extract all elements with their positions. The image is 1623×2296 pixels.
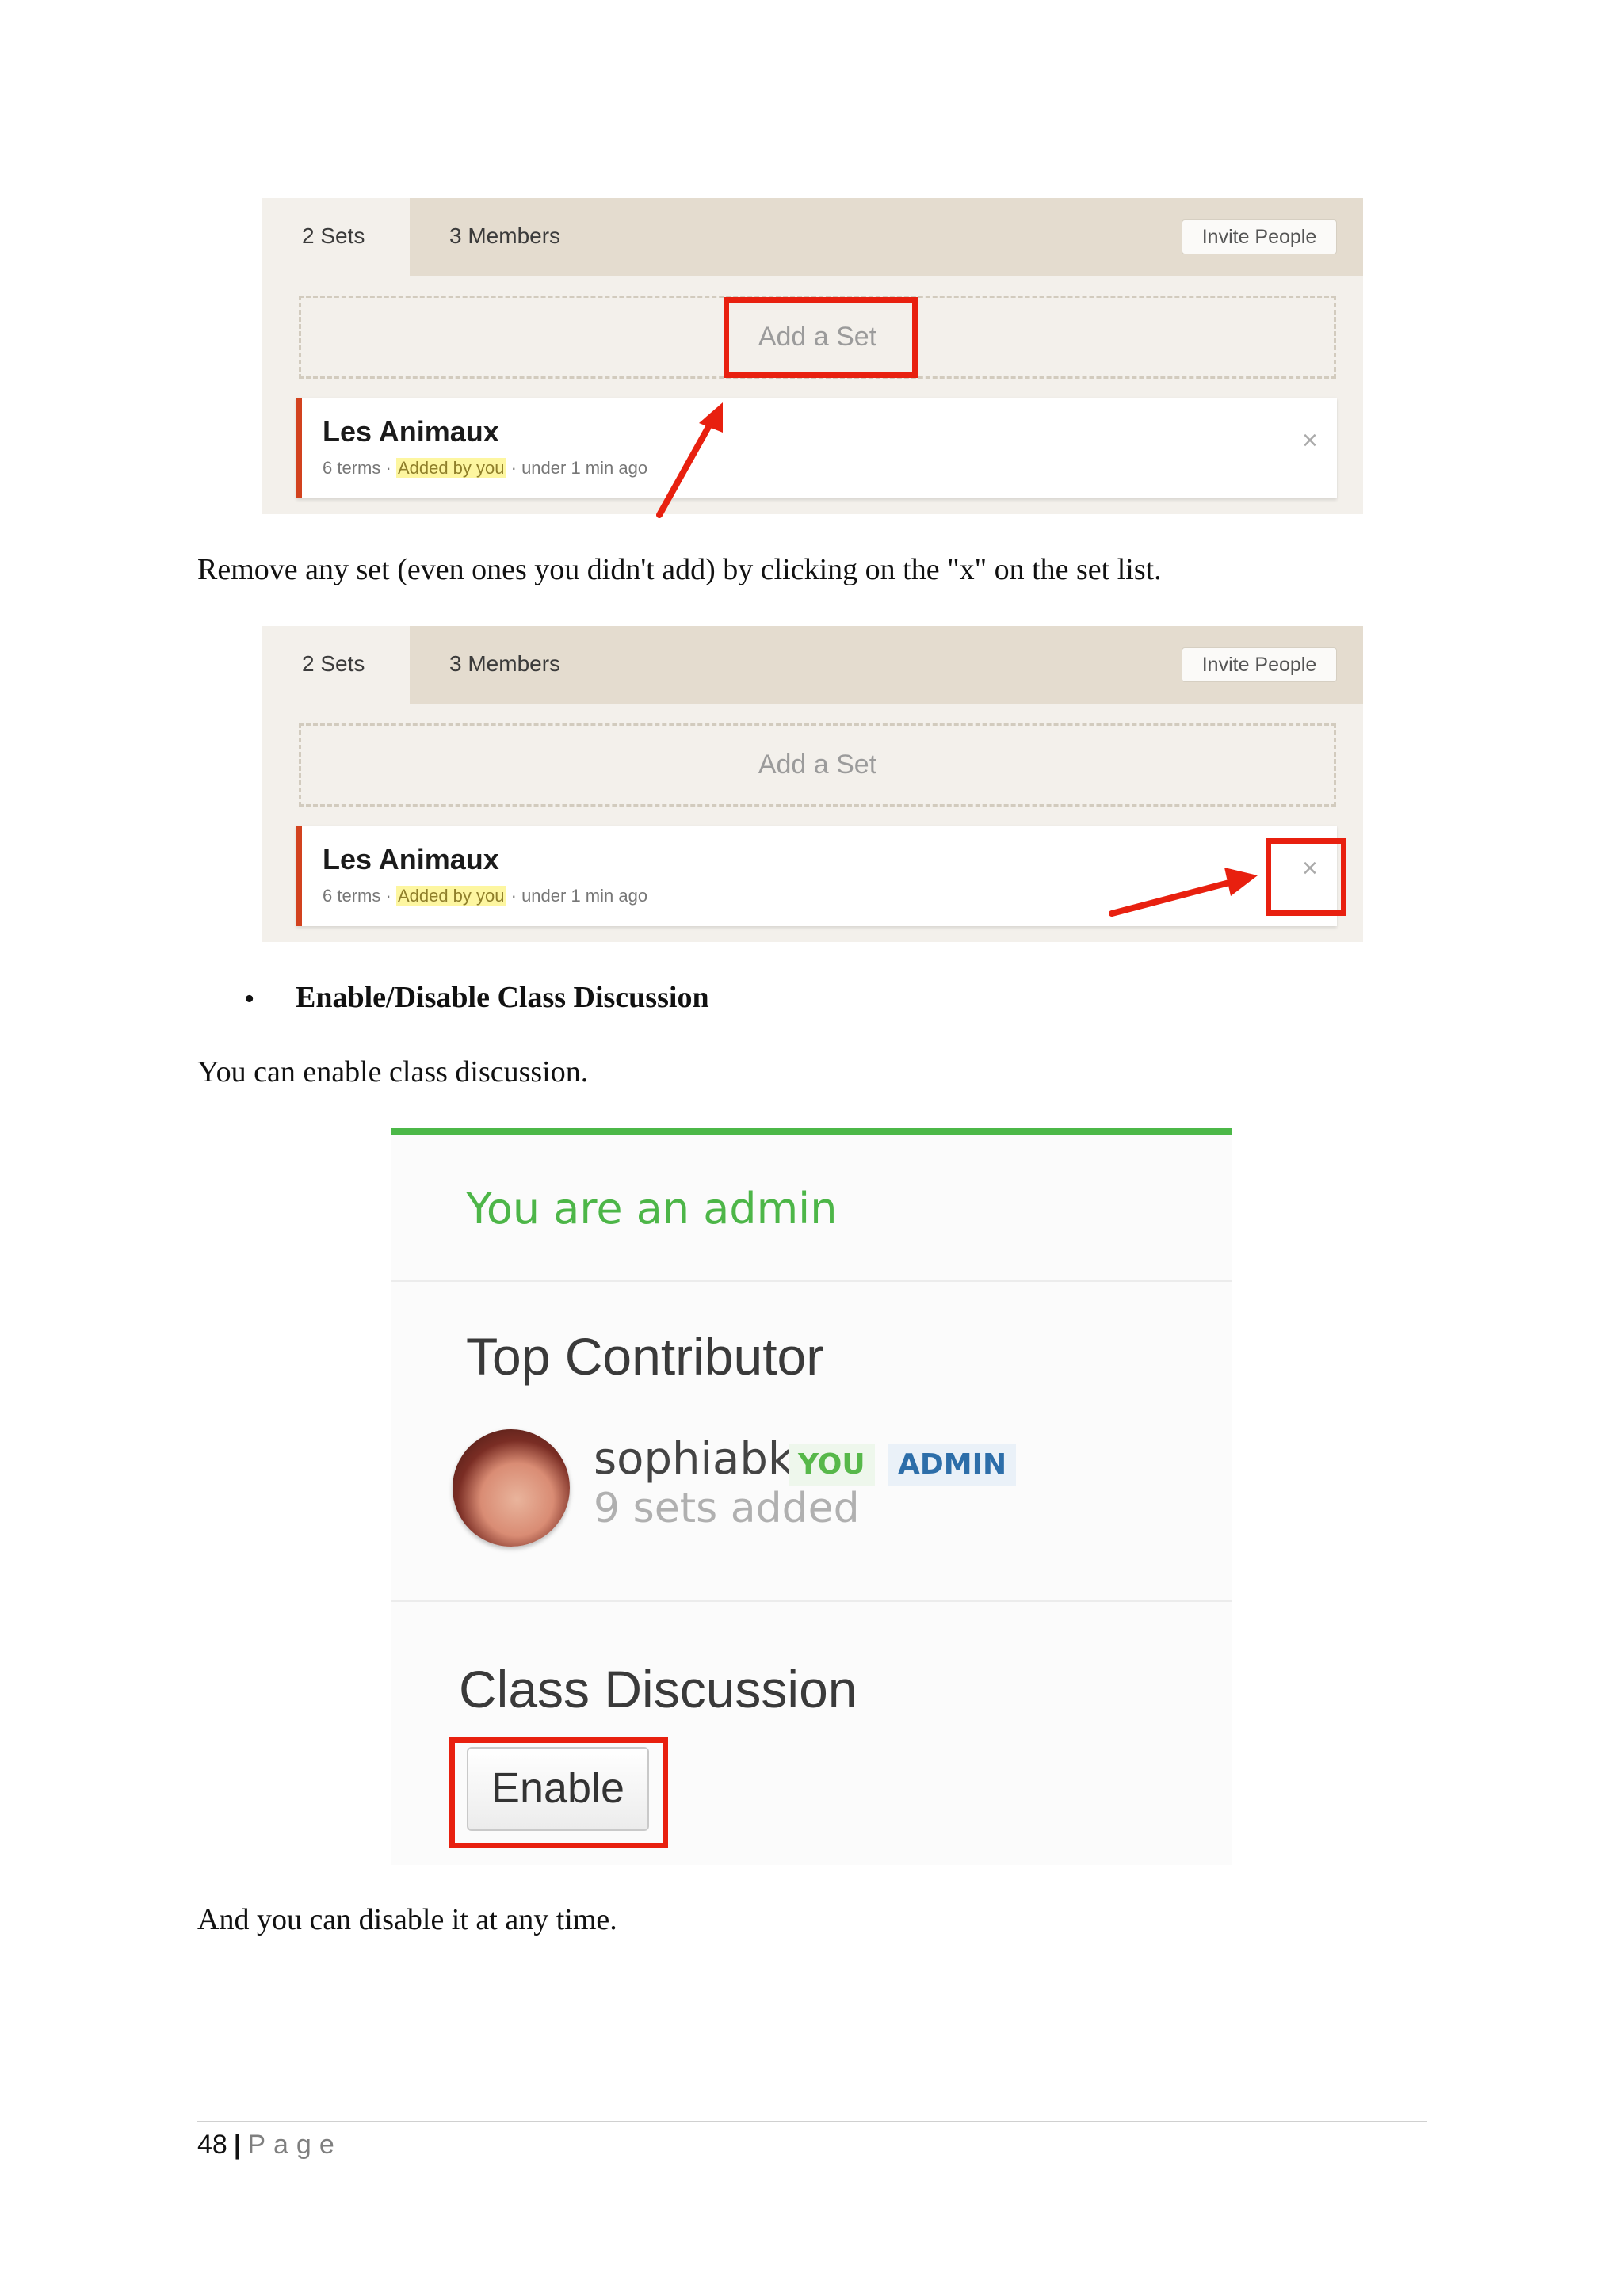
set-title[interactable]: Les Animaux <box>323 843 499 876</box>
close-icon[interactable]: × <box>1302 425 1318 456</box>
set-meta: 6 terms · Added by you · under 1 min ago <box>323 886 647 906</box>
divider <box>391 1280 1232 1282</box>
set-time: under 1 min ago <box>521 458 648 478</box>
tab-members-label[interactable]: 3 Members <box>449 648 560 680</box>
add-set-dropzone[interactable]: Add a Set <box>299 723 1336 807</box>
meta-dot: · <box>385 458 391 478</box>
contributor-username[interactable]: sophiabk <box>594 1433 793 1485</box>
page-footer: 48 | Page <box>197 2130 342 2161</box>
panel-tab-bar: 2 Sets 3 Members Invite People <box>262 626 1363 704</box>
you-badge: YOU <box>789 1444 875 1486</box>
page-word: Page <box>247 2130 342 2160</box>
section-heading: Enable/Disable Class Discussion <box>296 981 709 1014</box>
panel-tab-bar: 2 Sets 3 Members Invite People <box>262 198 1363 276</box>
footer-rule <box>197 2121 1427 2122</box>
meta-dot: · <box>385 886 391 906</box>
set-title[interactable]: Les Animaux <box>323 415 499 448</box>
footer-separator: | <box>233 2130 242 2160</box>
meta-dot: · <box>510 458 517 478</box>
admin-status-bar <box>391 1128 1232 1135</box>
invite-people-button[interactable]: Invite People <box>1182 647 1337 682</box>
set-list-item[interactable]: Les Animaux 6 terms · Added by you · und… <box>296 398 1337 498</box>
pointer-arrow-icon <box>656 402 723 518</box>
set-added-by: Added by you <box>395 886 506 906</box>
class-discussion-heading: Class Discussion <box>459 1660 857 1718</box>
highlight-box-enable <box>449 1737 668 1848</box>
set-meta: 6 terms · Added by you · under 1 min ago <box>323 458 647 479</box>
bullet-icon: • <box>244 982 255 1016</box>
enable-intro-text: You can enable class discussion. <box>197 1055 589 1089</box>
tab-sets-label[interactable]: 2 Sets <box>302 648 365 680</box>
set-terms: 6 terms <box>323 458 381 478</box>
divider <box>391 1600 1232 1602</box>
admin-badge: ADMIN <box>888 1444 1017 1486</box>
page-number: 48 <box>197 2130 227 2160</box>
highlight-box-remove <box>1266 838 1346 916</box>
top-contributor-heading: Top Contributor <box>466 1327 824 1386</box>
highlight-box-add-set <box>724 297 918 378</box>
disable-note-text: And you can disable it at any time. <box>197 1903 617 1936</box>
admin-status-text: You are an admin <box>466 1184 838 1234</box>
invite-people-button[interactable]: Invite People <box>1182 219 1337 254</box>
remove-instruction-text: Remove any set (even ones you didn't add… <box>197 553 1162 586</box>
tab-members-label[interactable]: 3 Members <box>449 220 560 252</box>
avatar[interactable] <box>453 1429 570 1547</box>
set-terms: 6 terms <box>323 886 381 906</box>
sets-added-count: 9 sets added <box>594 1485 860 1532</box>
meta-dot: · <box>510 886 517 906</box>
add-set-button[interactable]: Add a Set <box>301 726 1334 804</box>
pointer-arrow-icon <box>1109 868 1258 917</box>
set-time: under 1 min ago <box>521 886 648 906</box>
set-added-by: Added by you <box>395 458 506 478</box>
tab-sets-label[interactable]: 2 Sets <box>302 220 365 252</box>
